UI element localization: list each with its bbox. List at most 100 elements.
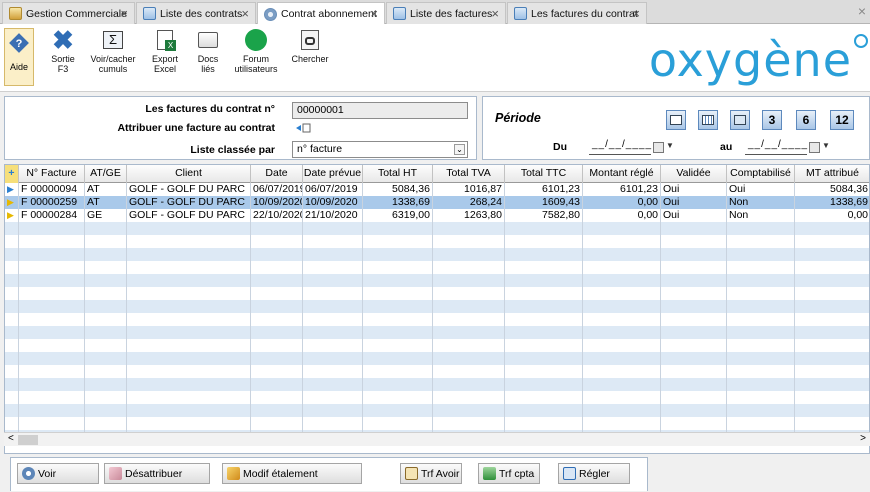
cell-invoice-number [19,339,85,352]
transfer-credit-button[interactable]: Trf Avoir [400,463,462,484]
cell-validated [661,287,727,300]
column-header-posted[interactable]: Comptabilisé [727,165,795,183]
column-header-at-ge[interactable]: AT/GE [85,165,127,183]
calendar-icon[interactable] [809,142,820,153]
cell-due-date [303,365,363,378]
modify-spread-button[interactable]: Modif étalement [222,463,362,484]
column-header-amount-assigned[interactable]: MT attribué [795,165,869,183]
transfer-accounting-button[interactable]: Trf cpta [478,463,540,484]
cell-posted: Non [727,196,795,209]
view-button[interactable]: Voir [17,463,99,484]
close-icon[interactable]: × [120,7,128,20]
tab-factures-contrat[interactable]: Les factures du contrat × [507,2,647,24]
cell-total-tva [433,261,505,274]
column-header-total-tva[interactable]: Total TVA [433,165,505,183]
list-icon [393,7,406,20]
tab-liste-contrats[interactable]: Liste des contrats × [136,2,256,24]
table-row[interactable]: ▶ F 00000259 AT GOLF - GOLF DU PARC 10/09/20… [5,196,869,209]
date-to-input[interactable]: __/__/____ [745,139,807,155]
cell-amount-assigned [795,404,869,417]
scroll-thumb[interactable] [18,435,38,445]
empty-table-row [5,339,869,352]
cell-at-ge [85,352,127,365]
row-selector [5,339,19,352]
cell-at-ge [85,378,127,391]
cell-at-ge [85,235,127,248]
cell-validated [661,261,727,274]
tab-liste-factures[interactable]: Liste des factures × [386,2,506,24]
close-all-icon[interactable]: × [858,3,866,19]
search-button[interactable]: Chercher [282,28,338,64]
sort-by-select[interactable]: n° facture ⌄ [292,141,468,158]
pay-button[interactable]: Régler [558,463,630,484]
column-header-invoice-number[interactable]: N° Facture [19,165,85,183]
table-row[interactable]: ▶ F 00000094 AT GOLF - GOLF DU PARC 06/07/20… [5,183,869,196]
close-icon[interactable]: × [491,7,499,20]
close-icon[interactable]: × [632,7,640,20]
forum-button[interactable]: Forum utilisateurs [228,28,284,74]
assign-invoice-icon[interactable] [295,122,311,134]
column-header-client[interactable]: Client [127,165,251,183]
cell-posted [727,235,795,248]
add-row-icon[interactable]: + [5,165,19,183]
cell-invoice-number: F 00000094 [19,183,85,196]
gear-icon [22,467,35,480]
toggle-cumuls-button[interactable]: Σ Voir/cacher cumuls [85,28,141,74]
empty-table-row [5,300,869,313]
table-header: + N° Facture AT/GE Client Date Date prévue Tot… [5,165,869,183]
cell-amount-assigned [795,378,869,391]
cell-total-tva [433,287,505,300]
empty-table-row [5,222,869,235]
period-week-button[interactable] [698,110,718,130]
empty-table-row [5,235,869,248]
date-from-label: Du [553,141,567,153]
calendar-icon[interactable] [653,142,664,153]
cell-validated: Oui [661,196,727,209]
empty-table-row [5,378,869,391]
cell-date [251,378,303,391]
help-button[interactable]: ? Aide [4,28,34,86]
filter-panel: Les factures du contrat n° 00000001 Attr… [4,96,477,160]
column-header-total-ttc[interactable]: Total TTC [505,165,583,183]
row-selector [5,378,19,391]
empty-table-row [5,404,869,417]
cell-total-tva [433,352,505,365]
horizontal-scrollbar[interactable]: < > [4,432,870,446]
eraser-icon [109,467,122,480]
column-header-amount-paid[interactable]: Montant réglé [583,165,661,183]
toolbar: ? Aide ✖ Sortie F3 Σ Voir/cacher cumuls … [0,24,870,92]
row-selector [5,417,19,430]
close-icon[interactable]: × [241,7,249,20]
chevron-down-icon[interactable]: ▼ [822,141,830,150]
cell-total-ttc [505,313,583,326]
column-header-date[interactable]: Date [251,165,303,183]
cell-amount-assigned [795,248,869,261]
tab-gestion-commerciale[interactable]: Gestion Commerciale × [2,2,135,24]
cell-posted [727,261,795,274]
chevron-down-icon[interactable]: ▼ [666,141,674,150]
cell-total-ht [363,248,433,261]
period-12-months-button[interactable]: 12 [830,110,854,130]
cell-validated [661,404,727,417]
scroll-right-icon[interactable]: > [860,433,866,444]
column-header-due-date[interactable]: Date prévue [303,165,363,183]
period-3-months-button[interactable]: 3 [762,110,782,130]
column-header-total-ht[interactable]: Total HT [363,165,433,183]
date-from-input[interactable]: __/__/____ [589,139,651,155]
unassign-button[interactable]: Désattribuer [104,463,210,484]
period-month-button[interactable] [730,110,750,130]
period-day-button[interactable] [666,110,686,130]
cell-date [251,313,303,326]
contract-number-label: Les factures du contrat n° [145,103,275,115]
column-header-validated[interactable]: Validée [661,165,727,183]
cell-client [127,352,251,365]
cell-due-date [303,235,363,248]
close-icon[interactable]: × [370,7,378,20]
scroll-left-icon[interactable]: < [8,433,14,444]
tab-contrat-abonnement[interactable]: Contrat abonnement × [257,2,385,25]
table-row[interactable]: ▶ F 00000284 GE GOLF - GOLF DU PARC 22/10/20… [5,209,869,222]
exit-button[interactable]: ✖ Sortie F3 [35,27,91,74]
period-6-months-button[interactable]: 6 [796,110,816,130]
cell-date [251,404,303,417]
cell-amount-paid: 6101,23 [583,183,661,196]
